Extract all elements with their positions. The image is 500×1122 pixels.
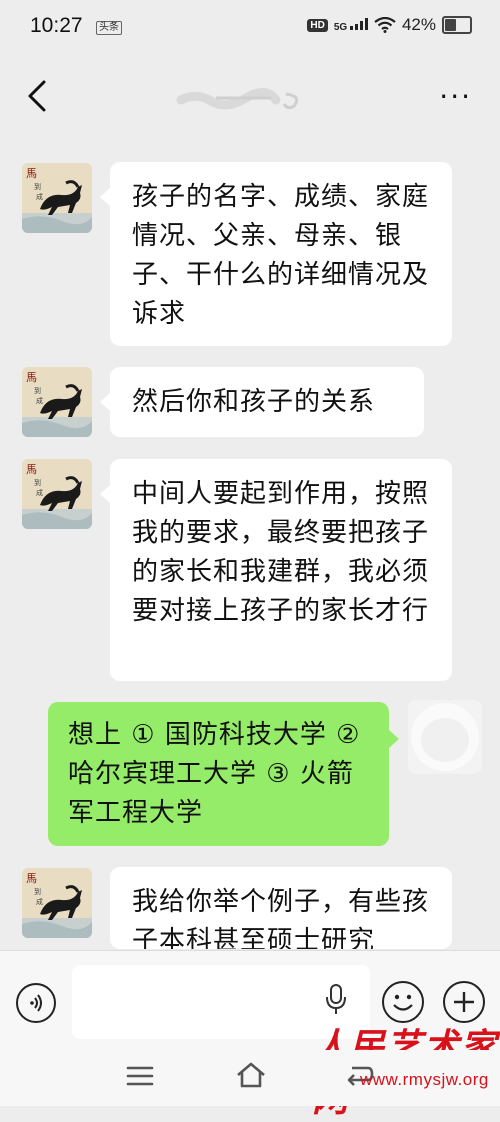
svg-text:成: 成 — [36, 897, 43, 906]
status-time: 10:27 — [30, 14, 83, 37]
chevron-left-icon — [28, 80, 46, 112]
svg-text:馬: 馬 — [26, 872, 37, 885]
status-indicators: HD 5G 42% — [307, 15, 472, 35]
horse-painting-avatar-icon: 馬 到 成 — [22, 163, 92, 233]
redacted-name-scribble — [176, 88, 299, 110]
message-bubble[interactable]: 孩子的名字、成绩、家庭情况、父亲、母亲、银子、干什么的详细情况及诉求 — [100, 162, 452, 346]
hd-icon: HD — [307, 18, 328, 32]
plus-icon — [454, 992, 474, 1012]
svg-text:到: 到 — [34, 888, 41, 896]
menu-icon — [126, 1066, 154, 1086]
svg-text:成: 成 — [36, 396, 43, 405]
network-label: 5G — [333, 21, 348, 33]
message-bubble[interactable]: 然后你和孩子的关系 — [100, 367, 424, 437]
emoji-button[interactable] — [382, 981, 424, 1023]
watermark-url: www.rmysjw.org — [360, 1070, 489, 1089]
contact-avatar[interactable]: 馬 到 成 — [22, 367, 92, 437]
message-bubble[interactable]: 我给你举个例子，有些孩子本科甚至硕士研究 — [110, 867, 452, 949]
status-bar: 10:27 头条 HD 5G 42% — [0, 0, 500, 58]
chat-title — [176, 86, 306, 114]
more-options-button[interactable]: ··· — [439, 80, 472, 113]
svg-text:馬: 馬 — [26, 371, 37, 384]
my-message-bubble[interactable]: 想上 ① 国防科技大学 ② 哈尔宾理工大学 ③ 火箭军工程大学 — [48, 702, 399, 846]
horse-painting-avatar-icon: 馬 到 成 — [22, 459, 92, 529]
horse-painting-avatar-icon: 馬 到 成 — [22, 367, 92, 437]
contact-avatar[interactable]: 馬 到 成 — [22, 163, 92, 233]
svg-text:成: 成 — [36, 488, 43, 497]
smiley-icon — [393, 994, 413, 1011]
battery-icon — [442, 16, 472, 34]
contact-avatar[interactable]: 馬 到 成 — [22, 459, 92, 529]
wifi-icon — [374, 17, 396, 33]
battery-percent: 42% — [401, 15, 436, 34]
home-button[interactable] — [234, 1060, 268, 1094]
recent-apps-button[interactable] — [126, 1064, 154, 1092]
voice-mode-button[interactable] — [16, 983, 56, 1023]
voice-icon — [30, 994, 42, 1012]
svg-text:到: 到 — [34, 479, 41, 487]
contact-avatar[interactable]: 馬 到 成 — [22, 868, 92, 938]
my-avatar[interactable] — [408, 700, 482, 774]
svg-text:到: 到 — [34, 183, 41, 191]
more-actions-button[interactable] — [443, 981, 485, 1023]
message-bubble[interactable]: 中间人要起到作用，按照我的要求，最终要把孩子的家长和我建群，我必须要对接上孩子的… — [100, 459, 452, 681]
svg-text:成: 成 — [36, 192, 43, 201]
chat-header: ··· — [0, 58, 500, 138]
horse-painting-avatar-icon: 馬 到 成 — [22, 868, 92, 938]
back-button[interactable] — [18, 74, 58, 118]
microphone-button[interactable] — [323, 981, 349, 1021]
svg-text:馬: 馬 — [26, 167, 37, 180]
svg-text:到: 到 — [34, 387, 41, 395]
home-icon — [237, 1062, 265, 1088]
signal-5g-icon: 5G — [333, 17, 368, 33]
microphone-icon — [326, 984, 346, 1014]
svg-text:馬: 馬 — [26, 463, 37, 476]
blurred-avatar-icon — [411, 703, 479, 771]
toutiao-app-icon: 头条 — [96, 21, 122, 35]
